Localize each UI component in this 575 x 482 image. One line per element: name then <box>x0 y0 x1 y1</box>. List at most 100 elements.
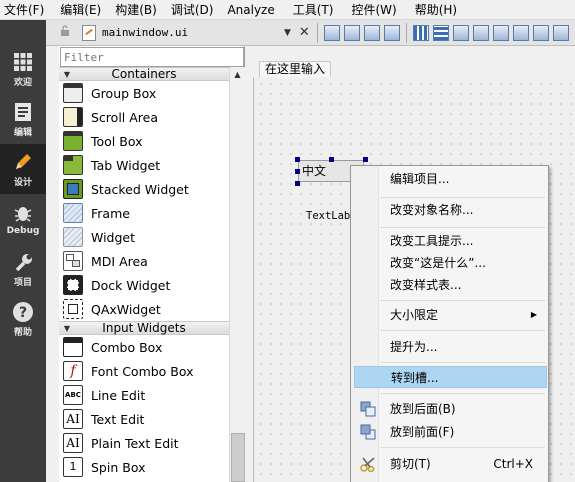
mode-edit[interactable]: 编辑 <box>0 94 46 144</box>
widget-item-tool-box[interactable]: Tool Box <box>59 129 229 153</box>
bring-to-front-icon <box>360 424 376 440</box>
widget-item-qaxwidget[interactable]: QAxWidget <box>59 297 229 321</box>
resize-handle[interactable] <box>295 169 300 174</box>
group-box-icon <box>63 83 83 103</box>
close-icon[interactable]: ✕ <box>299 25 313 40</box>
font-combo-box-icon: f <box>63 361 83 381</box>
chevron-down-icon: ▼ <box>63 323 71 333</box>
chevron-up-icon[interactable]: ▲ <box>230 67 245 83</box>
widget-item-dock-widget[interactable]: Dock Widget <box>59 273 229 297</box>
widget-item-line-edit[interactable]: ABC Line Edit <box>59 383 229 407</box>
menu-widgets[interactable]: 控件(W) <box>347 0 402 20</box>
scrollbar-thumb[interactable] <box>231 433 245 482</box>
menu-item-change-whats-this[interactable]: 改变“这是什么”... <box>354 252 547 274</box>
layout-splitter-horizontal-icon[interactable] <box>452 24 469 41</box>
menu-item-bring-to-front[interactable]: 放到前面(F) <box>354 421 547 443</box>
menu-item-size-constraints[interactable]: 大小限定 ▶ <box>354 304 547 326</box>
mode-label: 项目 <box>13 277 32 288</box>
menu-item-change-tooltip[interactable]: 改变工具提示... <box>354 230 547 252</box>
editor-toolbar: mainwindow.ui ▼ ✕ <box>46 20 575 46</box>
widget-item-plain-text-edit[interactable]: AI Plain Text Edit <box>59 431 229 455</box>
widget-item-group-box[interactable]: Group Box <box>59 81 229 105</box>
text-label-widget[interactable]: TextLabe <box>306 210 357 222</box>
lock-icon[interactable] <box>60 25 76 40</box>
menu-edit[interactable]: 编辑(E) <box>56 0 107 20</box>
widget-item-font-combo-box[interactable]: f Font Combo Box <box>59 359 229 383</box>
edit-tab-order-icon[interactable] <box>383 24 400 41</box>
svg-text:?: ? <box>19 305 27 321</box>
chevron-down-icon: ▼ <box>63 69 71 79</box>
layout-splitter-vertical-icon[interactable] <box>472 24 489 41</box>
widget-item-frame[interactable]: Frame <box>59 201 229 225</box>
widget-item-scroll-area[interactable]: Scroll Area <box>59 105 229 129</box>
mode-design[interactable]: 设计 <box>0 144 46 194</box>
context-menu: 编辑项目... 改变对象名称... 改变工具提示... 改变“这是什么”... … <box>350 165 549 482</box>
edit-signals-slots-icon[interactable] <box>343 24 360 41</box>
mode-welcome[interactable]: 欢迎 <box>0 44 46 94</box>
widget-item-widget[interactable]: Widget <box>59 225 229 249</box>
menu-help[interactable]: 帮助(H) <box>411 0 463 20</box>
menu-item-cut[interactable]: 剪切(T) Ctrl+X <box>354 453 547 475</box>
grid-icon <box>12 51 34 73</box>
edit-widgets-icon[interactable] <box>323 24 340 41</box>
chevron-right-icon: ▶ <box>530 310 537 319</box>
widget-item-text-edit[interactable]: AI Text Edit <box>59 407 229 431</box>
menu-file[interactable]: 文件(F) <box>0 0 50 20</box>
spin-box-icon: 1 <box>63 457 83 477</box>
question-icon: ? <box>12 301 34 323</box>
menu-item-edit-items[interactable]: 编辑项目... <box>354 168 547 190</box>
open-file-name[interactable]: mainwindow.ui <box>102 26 252 39</box>
adjust-size-icon[interactable] <box>552 24 569 41</box>
text-edit-icon: AI <box>63 409 83 429</box>
mode-label: 编辑 <box>13 127 32 138</box>
menu-debug[interactable]: 调试(D) <box>167 0 220 20</box>
resize-handle[interactable] <box>295 181 300 186</box>
widget-item-combo-box[interactable]: Combo Box <box>59 335 229 359</box>
menu-item-change-object-name[interactable]: 改变对象名称... <box>354 199 547 221</box>
menu-item-change-stylesheet[interactable]: 改变样式表... <box>354 274 547 296</box>
form-menu-placeholder[interactable]: 在这里输入 <box>259 61 332 77</box>
qaxwidget-icon <box>63 299 83 319</box>
resize-handle[interactable] <box>295 157 300 162</box>
layout-grid-icon[interactable] <box>512 24 529 41</box>
widget-item-mdi-area[interactable]: MDI Area <box>59 249 229 273</box>
mode-projects[interactable]: 项目 <box>0 244 46 294</box>
mdi-area-icon <box>63 251 83 271</box>
stacked-widget-icon <box>63 179 83 199</box>
widget-item-spin-box[interactable]: 1 Spin Box <box>59 455 229 479</box>
shortcut-label: Ctrl+X <box>493 457 533 471</box>
scroll-area-icon <box>63 107 83 127</box>
category-input-widgets[interactable]: ▼ Input Widgets <box>59 321 229 335</box>
wrench-icon <box>12 251 34 273</box>
chevron-down-icon[interactable]: ▼ <box>284 28 291 38</box>
menu-item-go-to-slot[interactable]: 转到槽... <box>354 366 547 388</box>
layout-horizontal-icon[interactable] <box>412 24 429 41</box>
edit-buddies-icon[interactable] <box>363 24 380 41</box>
layout-vertical-icon[interactable] <box>432 24 449 41</box>
widget-icon <box>63 227 83 247</box>
filter-field[interactable] <box>60 47 244 67</box>
menu-build[interactable]: 构建(B) <box>111 0 163 20</box>
resize-handle[interactable] <box>329 157 334 162</box>
mode-label: Debug <box>6 226 40 236</box>
mode-label: 欢迎 <box>13 77 32 88</box>
frame-icon <box>63 203 83 223</box>
filter-input[interactable] <box>61 48 243 66</box>
menu-item-promote-to[interactable]: 提升为... <box>354 336 547 358</box>
widget-item-stacked-widget[interactable]: Stacked Widget <box>59 177 229 201</box>
widget-list-scrollbar[interactable]: ▲ <box>229 67 245 482</box>
resize-handle[interactable] <box>363 157 368 162</box>
layout-form-icon[interactable] <box>492 24 509 41</box>
tab-widget-icon <box>63 155 83 175</box>
cut-icon <box>360 456 376 473</box>
break-layout-icon[interactable] <box>532 24 549 41</box>
mode-help[interactable]: ? 帮助 <box>0 294 46 344</box>
menu-item-send-to-back[interactable]: 放到后面(B) <box>354 398 547 420</box>
menu-tools[interactable]: 工具(T) <box>289 0 340 20</box>
category-containers[interactable]: ▼ Containers <box>59 67 229 81</box>
widget-item-tab-widget[interactable]: Tab Widget <box>59 153 229 177</box>
menu-analyze[interactable]: Analyze <box>223 0 280 20</box>
menu-bar: 文件(F) 编辑(E) 构建(B) 调试(D) Analyze 工具(T) 控件… <box>0 0 575 20</box>
mode-debug[interactable]: Debug <box>0 194 46 244</box>
bug-icon <box>12 202 34 224</box>
